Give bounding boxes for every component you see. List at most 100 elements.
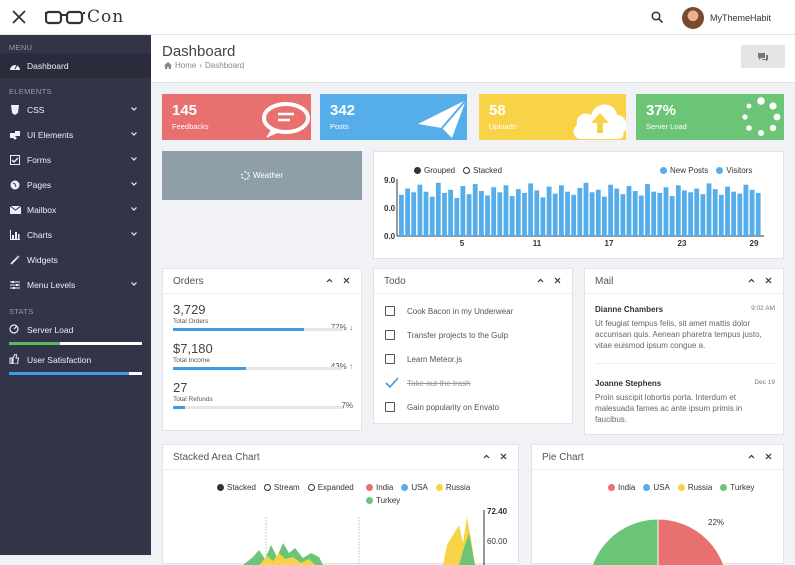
chart-bar[interactable] xyxy=(737,193,743,236)
chart-bar[interactable] xyxy=(546,186,552,236)
chart-bar[interactable] xyxy=(725,186,730,236)
chart-bar[interactable] xyxy=(442,192,447,236)
stream-toggle[interactable]: Stream xyxy=(263,483,300,492)
mail-item[interactable]: Dianne Chambers 9:02 AM Ut feugiat tempu… xyxy=(595,305,775,351)
close-icon[interactable] xyxy=(342,276,351,285)
legend-india[interactable]: India xyxy=(608,483,635,492)
todo-item[interactable]: Learn Meteor.js xyxy=(385,354,462,364)
chart-bar[interactable] xyxy=(595,189,601,236)
chart-bar[interactable] xyxy=(638,195,644,237)
pie-slice-turkey[interactable] xyxy=(588,518,659,565)
todo-item[interactable]: Transfer projects to the Gulp xyxy=(385,330,508,340)
chart-bar[interactable] xyxy=(577,187,583,236)
chart-bar[interactable] xyxy=(706,183,712,236)
chart-bar[interactable] xyxy=(485,195,490,237)
chart-bar[interactable] xyxy=(608,184,613,236)
collapse-icon[interactable] xyxy=(747,452,756,461)
chart-bar[interactable] xyxy=(632,191,638,236)
todo-checkbox[interactable] xyxy=(385,402,395,412)
breadcrumb-home[interactable]: Home xyxy=(175,61,196,70)
chart-bar[interactable] xyxy=(559,185,564,236)
todo-checkbox[interactable] xyxy=(385,354,395,364)
legend-russia[interactable]: Russia xyxy=(677,483,712,492)
chart-bar[interactable] xyxy=(528,183,533,236)
chart-bar[interactable] xyxy=(565,191,570,236)
chart-bar[interactable] xyxy=(552,193,558,236)
chart-bar[interactable] xyxy=(448,189,453,236)
chart-bar[interactable] xyxy=(460,186,466,236)
weather-widget[interactable]: Weather xyxy=(162,151,362,200)
mail-item[interactable]: Joanne Stephens Dec 19 Proin suscipit lo… xyxy=(595,379,775,425)
sidebar-item-ui-elements[interactable]: UI Elements xyxy=(0,122,151,147)
sidebar-item-forms[interactable]: Forms xyxy=(0,147,151,172)
expanded-toggle[interactable]: Expanded xyxy=(307,483,354,492)
stacked-toggle[interactable]: Stacked xyxy=(217,483,256,492)
collapse-icon[interactable] xyxy=(536,276,545,285)
chart-bar[interactable] xyxy=(454,198,460,236)
todo-item[interactable]: Cook Bacon in my Underwear xyxy=(385,306,513,316)
chart-bar[interactable] xyxy=(675,185,681,236)
brand-name[interactable]: Con xyxy=(87,7,124,27)
chart-bar[interactable] xyxy=(417,184,423,236)
close-icon[interactable] xyxy=(764,276,773,285)
chart-bar[interactable] xyxy=(522,192,527,236)
chart-bar[interactable] xyxy=(515,189,521,236)
chart-bar[interactable] xyxy=(700,194,706,236)
collapse-icon[interactable] xyxy=(325,276,334,285)
chart-bar[interactable] xyxy=(712,189,718,236)
chart-bar[interactable] xyxy=(534,190,540,236)
chart-bar[interactable] xyxy=(682,190,687,236)
chart-bar[interactable] xyxy=(491,187,497,236)
close-icon[interactable] xyxy=(12,10,26,24)
todo-checkbox[interactable] xyxy=(385,306,395,316)
tile-feedbacks[interactable]: 145 Feedbacks xyxy=(162,94,311,140)
sidebar-item-menu-levels[interactable]: Menu Levels xyxy=(0,272,151,297)
sidebar-item-widgets[interactable]: Widgets xyxy=(0,247,151,272)
legend-usa[interactable]: USA xyxy=(401,483,428,492)
collapse-icon[interactable] xyxy=(482,452,491,461)
chart-bar[interactable] xyxy=(669,196,675,236)
chart-bar[interactable] xyxy=(663,187,669,236)
chart-bar[interactable] xyxy=(503,185,509,236)
sidebar-item-dashboard[interactable]: Dashboard xyxy=(0,53,151,78)
legend-turkey[interactable]: Turkey xyxy=(720,483,754,492)
chart-bar[interactable] xyxy=(694,188,700,237)
todo-item[interactable]: Take out the trash xyxy=(385,377,471,389)
todo-checkbox[interactable] xyxy=(385,330,395,340)
chart-bar[interactable] xyxy=(743,184,749,236)
chart-bar[interactable] xyxy=(688,192,693,236)
legend-russia[interactable]: Russia xyxy=(435,483,470,492)
chart-bar[interactable] xyxy=(571,194,577,236)
chart-bar[interactable] xyxy=(626,186,632,236)
chart-bar[interactable] xyxy=(466,194,472,236)
collapse-icon[interactable] xyxy=(747,276,756,285)
sidebar-item-mailbox[interactable]: Mailbox xyxy=(0,197,151,222)
todo-item[interactable]: Gain popularity on Envato xyxy=(385,402,499,412)
close-icon[interactable] xyxy=(764,452,773,461)
chart-bar[interactable] xyxy=(749,189,755,236)
chart-bar[interactable] xyxy=(583,182,589,236)
user-name[interactable]: MyThemeHabit xyxy=(710,13,771,23)
checkmark-icon[interactable] xyxy=(385,377,399,389)
chart-bar[interactable] xyxy=(657,192,663,236)
close-icon[interactable] xyxy=(499,452,508,461)
chart-bar[interactable] xyxy=(602,196,607,236)
avatar[interactable] xyxy=(682,7,704,29)
chart-bar[interactable] xyxy=(755,192,761,236)
chart-bar[interactable] xyxy=(472,184,478,236)
chart-bar[interactable] xyxy=(479,191,484,236)
close-icon[interactable] xyxy=(553,276,562,285)
sidebar-item-css[interactable]: CSS xyxy=(0,97,151,122)
legend-india[interactable]: India xyxy=(366,483,393,492)
chart-bar[interactable] xyxy=(405,188,410,237)
tile-server-load[interactable]: 37% Server Load xyxy=(636,94,784,140)
chart-bar[interactable] xyxy=(435,182,441,236)
sidebar-item-pages[interactable]: Pages xyxy=(0,172,151,197)
chart-bar[interactable] xyxy=(509,196,515,236)
chat-button[interactable] xyxy=(741,45,785,68)
chart-bar[interactable] xyxy=(429,196,435,236)
glasses-logo-icon[interactable] xyxy=(45,8,85,28)
chart-bar[interactable] xyxy=(718,194,724,236)
chart-bar[interactable] xyxy=(589,192,595,236)
chart-bar[interactable] xyxy=(540,197,546,236)
